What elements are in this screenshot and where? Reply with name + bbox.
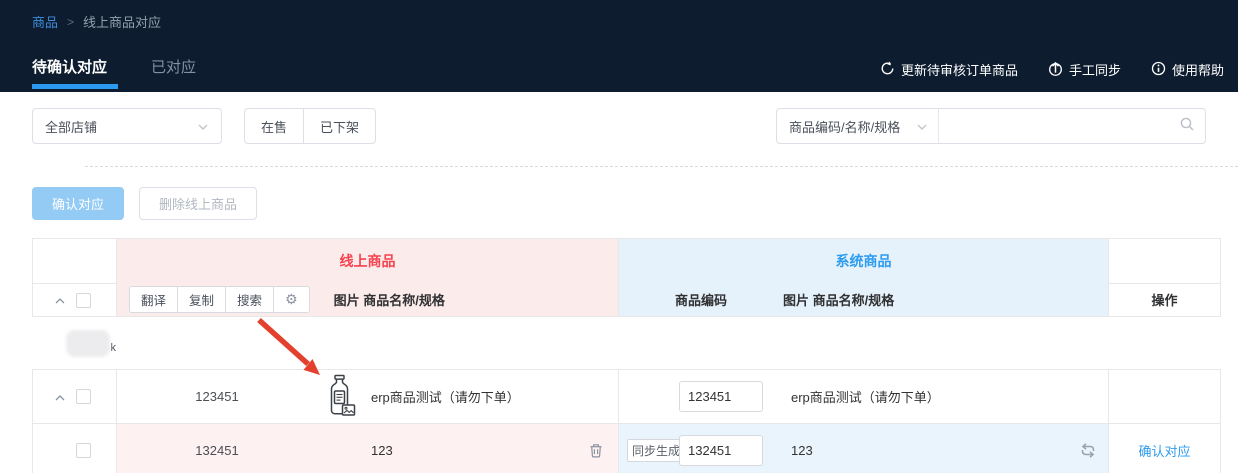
system-product-name: 123 xyxy=(783,443,1068,458)
online-name-column-header: 图片 商品名称/规格 xyxy=(334,290,445,309)
active-tab-underline xyxy=(32,84,118,89)
tab-mapped[interactable]: 已对应 xyxy=(151,56,196,77)
gear-icon[interactable]: ⚙ xyxy=(274,287,309,312)
update-pending-orders-label: 更新待审核订单商品 xyxy=(901,60,1018,79)
system-name-column-header: 图片 商品名称/规格 xyxy=(783,290,1068,309)
delete-online-product-button[interactable]: 删除线上商品 xyxy=(139,187,257,220)
online-product-name: 123 xyxy=(363,443,574,458)
chevron-down-icon xyxy=(197,119,209,134)
select-all-checkbox[interactable] xyxy=(76,293,91,308)
online-product-group-header: 线上商品 xyxy=(117,239,619,284)
group-header-select-cell xyxy=(33,239,117,284)
tab-bar: 待确认对应 已对应 xyxy=(32,56,196,77)
dashed-divider xyxy=(85,166,1238,167)
topbar: 商品 > 线上商品对应 待确认对应 已对应 更新待审核订单商品 手工同步 使用帮… xyxy=(0,0,1238,92)
confirm-mapping-link[interactable]: 确认对应 xyxy=(1109,441,1220,460)
row-checkbox[interactable] xyxy=(76,443,91,458)
group-header-row: 线上商品 系统商品 xyxy=(33,239,1221,284)
sync-generated-tag: 同步生成 xyxy=(627,439,685,462)
system-product-name: erp商品测试（请勿下单） xyxy=(783,387,1068,406)
breadcrumb-separator: > xyxy=(67,15,74,29)
system-code-column-header: 商品编码 xyxy=(619,290,783,309)
refresh-icon xyxy=(880,61,895,79)
redacted-shop-name xyxy=(66,330,110,357)
copy-button[interactable]: 复制 xyxy=(178,287,226,312)
search-field-select[interactable]: 商品编码/名称/规格 xyxy=(777,109,939,143)
row-checkbox[interactable] xyxy=(76,389,91,404)
on-sale-button[interactable]: 在售 xyxy=(244,108,303,144)
shop-select[interactable]: 全部店铺 xyxy=(32,108,222,144)
group-header-action-cell xyxy=(1109,239,1221,284)
manual-sync-label: 手工同步 xyxy=(1069,60,1121,79)
bulk-action-toolbar: 确认对应 删除线上商品 xyxy=(32,187,1238,220)
sub-header-row: 翻译 复制 搜索 ⚙ 图片 商品名称/规格 商品编码 图片 商品名称/规格 操作 xyxy=(33,284,1221,317)
help-button[interactable]: 使用帮助 xyxy=(1151,60,1224,79)
action-column-header: 操作 xyxy=(1151,293,1177,308)
breadcrumb: 商品 > 线上商品对应 xyxy=(32,12,161,31)
row-action-cell xyxy=(1109,370,1221,424)
search-field-value: 商品编码/名称/规格 xyxy=(789,117,900,136)
system-product-cell: erp商品测试（请勿下单） xyxy=(619,370,1109,424)
caret-spacer xyxy=(55,448,65,454)
sync-upload-icon xyxy=(1048,61,1063,79)
help-label: 使用帮助 xyxy=(1172,60,1224,79)
table-row: 123451 erp商品测试（请勿下单） xyxy=(33,370,1221,424)
online-subheader-cell: 翻译 复制 搜索 ⚙ 图片 商品名称/规格 xyxy=(117,284,619,317)
tab-pending-mapping[interactable]: 待确认对应 xyxy=(32,56,107,77)
topbar-actions: 更新待审核订单商品 手工同步 使用帮助 xyxy=(880,60,1224,79)
row-action-cell: 确认对应 xyxy=(1109,424,1221,473)
search-input[interactable] xyxy=(949,119,1179,134)
action-column-header-cell: 操作 xyxy=(1109,284,1221,317)
online-tools-group: 翻译 复制 搜索 ⚙ xyxy=(129,286,310,313)
shop-name-glyph: k xyxy=(111,342,117,354)
breadcrumb-root-link[interactable]: 商品 xyxy=(32,12,58,31)
row-select-cell xyxy=(33,424,117,473)
table-row: 132451 123 同步生成 123 xyxy=(33,424,1221,473)
manual-sync-button[interactable]: 手工同步 xyxy=(1048,60,1121,79)
filter-row: 全部店铺 在售 已下架 商品编码/名称/规格 xyxy=(32,108,1206,144)
system-code-input[interactable] xyxy=(679,381,763,412)
select-all-cell xyxy=(33,284,117,317)
online-product-cell: 123451 erp商品测试（请勿下单） xyxy=(117,370,619,424)
system-product-cell: 同步生成 123 xyxy=(619,424,1109,473)
collapse-caret-icon[interactable] xyxy=(55,291,65,309)
update-pending-orders-button[interactable]: 更新待审核订单商品 xyxy=(880,60,1018,79)
system-code-input[interactable] xyxy=(679,435,763,466)
search-group: 商品编码/名称/规格 xyxy=(776,108,1206,144)
search-box xyxy=(939,109,1205,143)
system-subheader-cell: 商品编码 图片 商品名称/规格 xyxy=(619,284,1109,317)
status-filter-group: 在售 已下架 xyxy=(244,108,376,144)
bottle-product-image-icon[interactable] xyxy=(324,374,356,420)
swap-icon[interactable] xyxy=(1078,442,1098,459)
shop-group-row: k xyxy=(33,317,1221,370)
search-tool-button[interactable]: 搜索 xyxy=(226,287,274,312)
confirm-mapping-button[interactable]: 确认对应 xyxy=(32,187,124,220)
row-select-cell xyxy=(33,370,117,424)
system-product-group-header: 系统商品 xyxy=(619,239,1109,284)
translate-button[interactable]: 翻译 xyxy=(130,287,178,312)
help-icon xyxy=(1151,61,1166,79)
search-icon[interactable] xyxy=(1179,116,1195,137)
shop-select-value: 全部店铺 xyxy=(45,117,97,136)
online-product-code: 132451 xyxy=(117,443,317,458)
trash-icon[interactable] xyxy=(588,442,604,459)
product-mapping-table: 线上商品 系统商品 翻译 复制 搜索 ⚙ 图片 商品名称/规格 xyxy=(32,238,1221,473)
online-product-name: erp商品测试（请勿下单） xyxy=(363,387,574,406)
online-product-cell: 132451 123 xyxy=(117,424,619,473)
shop-group-cell: k xyxy=(33,317,1221,370)
breadcrumb-current: 线上商品对应 xyxy=(83,12,161,31)
collapse-caret-icon[interactable] xyxy=(55,389,65,404)
chevron-down-icon xyxy=(916,119,928,134)
delisted-button[interactable]: 已下架 xyxy=(303,108,376,144)
online-product-code: 123451 xyxy=(117,389,317,404)
